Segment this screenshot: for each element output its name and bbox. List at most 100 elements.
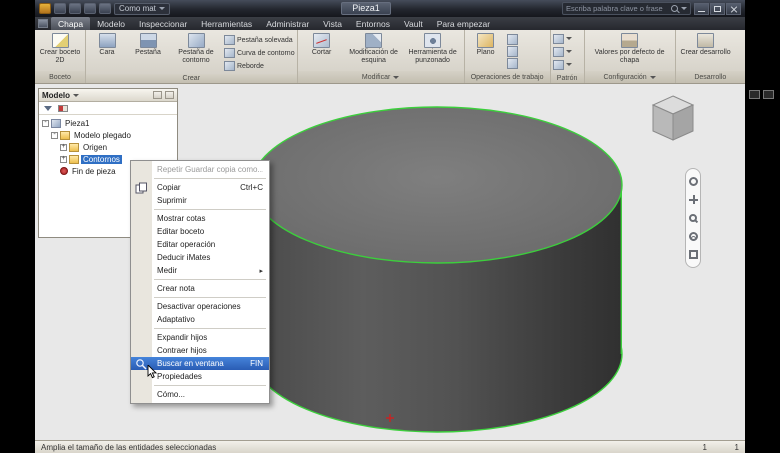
- tab-modelo[interactable]: Modelo: [90, 17, 132, 30]
- flange-button[interactable]: Pestaña: [128, 32, 168, 58]
- panel-label-modificar[interactable]: Modificar: [297, 71, 464, 83]
- maximize-button[interactable]: [710, 2, 725, 15]
- chevron-down-icon: [565, 63, 572, 66]
- sheet-metal-defaults-button[interactable]: Valores por defecto de chapa: [587, 32, 673, 65]
- minimize-button[interactable]: [694, 2, 709, 15]
- tree-item-modelo-plegado[interactable]: Modelo plegado: [39, 129, 177, 141]
- browser-dock-icon[interactable]: [153, 91, 162, 99]
- corner-edit-icon: [365, 33, 383, 48]
- ribbon-options-icon[interactable]: [38, 19, 48, 28]
- menu-item-label: Crear nota: [157, 284, 195, 293]
- menu-item-mostrar-cotas[interactable]: Mostrar cotas: [131, 212, 269, 225]
- help-search-box[interactable]: [562, 2, 691, 15]
- menu-item-como[interactable]: Cómo...: [131, 388, 269, 401]
- work-axis-icon[interactable]: [506, 34, 518, 45]
- punch-tool-icon: [424, 33, 442, 48]
- redo-icon[interactable]: [99, 3, 111, 14]
- collapse-icon[interactable]: [42, 119, 49, 127]
- menu-item-deducir-imates[interactable]: Deducir iMates: [131, 251, 269, 264]
- contour-flange-button[interactable]: Pestaña de contorno: [170, 32, 222, 65]
- tree-item-label: Fin de pieza: [72, 166, 116, 176]
- tree-item-label: Origen: [83, 142, 108, 152]
- bookmark-icon[interactable]: [58, 104, 68, 112]
- create-sketch-button[interactable]: Crear boceto 2D: [37, 32, 83, 65]
- ucs-icon[interactable]: [506, 58, 518, 69]
- tab-entornos[interactable]: Entornos: [349, 17, 397, 30]
- menu-item-copiar[interactable]: Copiar Ctrl+C: [131, 181, 269, 194]
- circular-pattern-button[interactable]: [552, 45, 572, 58]
- expand-icon[interactable]: [60, 143, 67, 151]
- tab-inspeccionar[interactable]: Inspeccionar: [132, 17, 194, 30]
- cylinder-top-face[interactable]: [251, 106, 623, 264]
- panel-label-desarrollo: Desarrollo: [675, 71, 745, 83]
- panel-label-configuracion[interactable]: Configuración: [584, 71, 675, 83]
- collapse-icon[interactable]: [51, 131, 58, 139]
- menu-item-adaptativo[interactable]: Adaptativo: [131, 313, 269, 326]
- ribbon-panel-boceto: Crear boceto 2D Boceto: [35, 30, 86, 83]
- menu-item-suprimir[interactable]: Suprimir: [131, 194, 269, 207]
- menu-item-medir[interactable]: Medir ▸: [131, 264, 269, 277]
- tab-administrar[interactable]: Administrar: [259, 17, 316, 30]
- ribbon-panel-modificar: Cortar Modificación de esquina Herramien…: [297, 30, 465, 83]
- orbit-icon[interactable]: [688, 231, 698, 241]
- save-icon[interactable]: [69, 3, 81, 14]
- panel-body: Crear desarrollo: [676, 30, 745, 71]
- zoom-icon[interactable]: [689, 213, 697, 222]
- material-dropdown[interactable]: Como mat: [114, 2, 170, 15]
- contour-roll-button[interactable]: Curva de contorno: [224, 47, 295, 59]
- viewport[interactable]: Modelo Pieza1: [35, 84, 745, 440]
- mirror-button[interactable]: [552, 58, 572, 71]
- browser-header[interactable]: Modelo: [39, 89, 177, 102]
- tab-vista[interactable]: Vista: [316, 17, 349, 30]
- filter-icon[interactable]: [44, 105, 52, 111]
- undo-icon[interactable]: [84, 3, 96, 14]
- search-icon[interactable]: [671, 5, 678, 12]
- close-button[interactable]: [726, 2, 741, 15]
- menu-item-expandir-hijos[interactable]: Expandir hijos: [131, 331, 269, 344]
- pan-icon[interactable]: [688, 195, 698, 205]
- cut-button[interactable]: Cortar: [300, 32, 344, 58]
- hem-button[interactable]: Reborde: [224, 60, 295, 72]
- view-cube[interactable]: [647, 90, 699, 148]
- tab-para-empezar[interactable]: Para empezar: [430, 17, 497, 30]
- child-restore-icon[interactable]: [763, 90, 774, 99]
- steering-wheel-icon[interactable]: [688, 176, 698, 186]
- menu-item-contraer-hijos[interactable]: Contraer hijos: [131, 344, 269, 357]
- work-point-icon[interactable]: [506, 46, 518, 57]
- inventor-window: Como mat Pieza1 Chapa Modelo Inspecciona…: [35, 0, 745, 453]
- browser-close-icon[interactable]: [165, 91, 174, 99]
- menu-item-editar-boceto[interactable]: Editar boceto: [131, 225, 269, 238]
- tab-herramientas[interactable]: Herramientas: [194, 17, 259, 30]
- panel-label-text: Desarrollo: [694, 73, 727, 81]
- tab-vault[interactable]: Vault: [397, 17, 430, 30]
- sheet-metal-defaults-icon: [621, 33, 639, 48]
- rectangular-pattern-button[interactable]: [552, 32, 572, 45]
- lofted-flange-label: Pestaña solevada: [237, 36, 293, 44]
- menu-item-editar-operacion[interactable]: Editar operación: [131, 238, 269, 251]
- panel-label-text: Configuración: [603, 73, 647, 81]
- look-at-icon[interactable]: [688, 250, 698, 260]
- child-minimize-icon[interactable]: [749, 90, 760, 99]
- menu-item-crear-nota[interactable]: Crear nota: [131, 282, 269, 295]
- face-button[interactable]: Cara: [88, 32, 126, 58]
- menu-separator: [154, 297, 266, 298]
- lofted-flange-button[interactable]: Pestaña solevada: [224, 34, 295, 46]
- punch-tool-button[interactable]: Herramienta de punzonado: [404, 32, 462, 65]
- menu-shortcut: FIN: [250, 359, 263, 368]
- create-flat-pattern-button[interactable]: Crear desarrollo: [678, 32, 734, 58]
- menu-item-desactivar-operaciones[interactable]: Desactivar operaciones: [131, 300, 269, 313]
- submenu-arrow-icon: ▸: [259, 267, 263, 275]
- corner-edit-button[interactable]: Modificación de esquina: [346, 32, 402, 65]
- folder-icon: [69, 154, 79, 164]
- new-file-icon[interactable]: [54, 3, 66, 14]
- tree-item-pieza1[interactable]: Pieza1: [39, 117, 177, 129]
- tab-chapa[interactable]: Chapa: [51, 17, 91, 30]
- menu-item-label: Cómo...: [157, 390, 186, 399]
- tree-item-origen[interactable]: Origen: [39, 141, 177, 153]
- app-menu-icon[interactable]: [39, 3, 51, 14]
- panel-label-text: Patrón: [556, 74, 578, 82]
- chevron-down-icon[interactable]: [681, 7, 687, 10]
- plane-button[interactable]: Plano: [467, 32, 505, 58]
- search-input[interactable]: [566, 4, 668, 13]
- expand-icon[interactable]: [60, 155, 67, 163]
